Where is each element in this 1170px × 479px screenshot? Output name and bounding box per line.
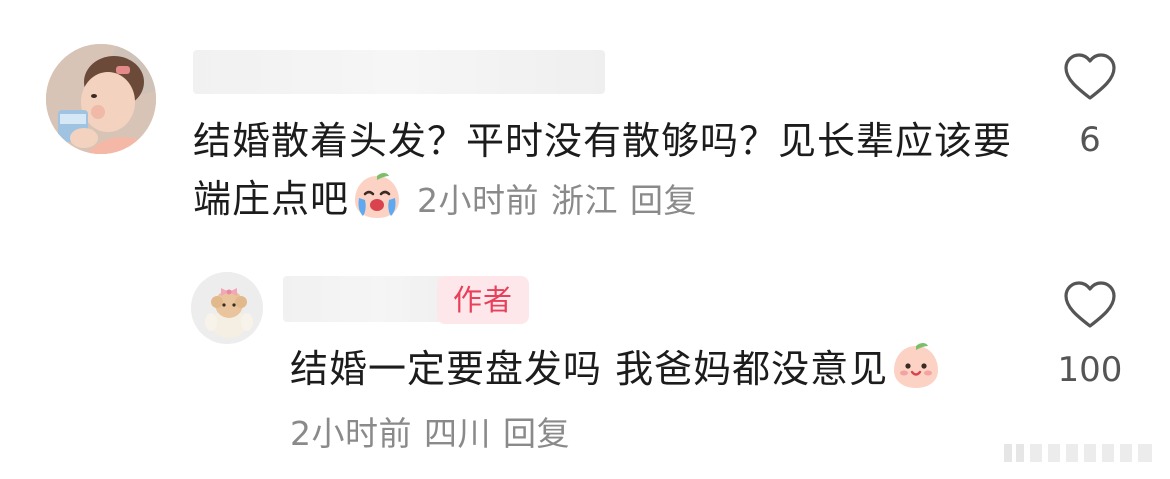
comment-location: 浙江 xyxy=(551,181,619,220)
username-redacted xyxy=(283,276,445,322)
heart-outline-icon[interactable] xyxy=(1055,280,1125,330)
crying-peach-emoji-icon xyxy=(351,170,403,222)
smiling-peach-emoji-icon xyxy=(890,340,942,392)
heart-outline-icon[interactable] xyxy=(1060,52,1120,102)
comment-meta: 2小时前 浙江 回复 xyxy=(417,181,709,220)
comment-time: 2小时前 xyxy=(417,181,540,220)
like-control[interactable]: 100 xyxy=(1055,280,1125,390)
author-badge: 作者 xyxy=(437,276,529,324)
like-count: 6 xyxy=(1079,120,1101,160)
reply-meta: 2小时前 四川 回复 xyxy=(290,410,582,458)
reply-body: 结婚一定要盘发吗 我爸妈都没意见 xyxy=(290,340,1050,397)
like-control[interactable]: 6 xyxy=(1060,52,1120,160)
reply-button[interactable]: 回复 xyxy=(630,181,697,220)
like-count: 100 xyxy=(1057,350,1123,390)
reply-location: 四川 xyxy=(424,414,491,453)
reply-text: 结婚一定要盘发吗 我爸妈都没意见 xyxy=(290,347,889,391)
avatar[interactable] xyxy=(191,272,263,344)
watermark xyxy=(1000,438,1160,468)
reply-button[interactable]: 回复 xyxy=(503,414,570,453)
username-redacted xyxy=(193,50,605,94)
comment-body: 结婚散着头发？平时没有散够吗？见长辈应该要端庄点吧 2小时前 浙江 回复 xyxy=(193,112,1023,230)
avatar[interactable] xyxy=(46,44,156,154)
reply-time: 2小时前 xyxy=(290,414,412,453)
